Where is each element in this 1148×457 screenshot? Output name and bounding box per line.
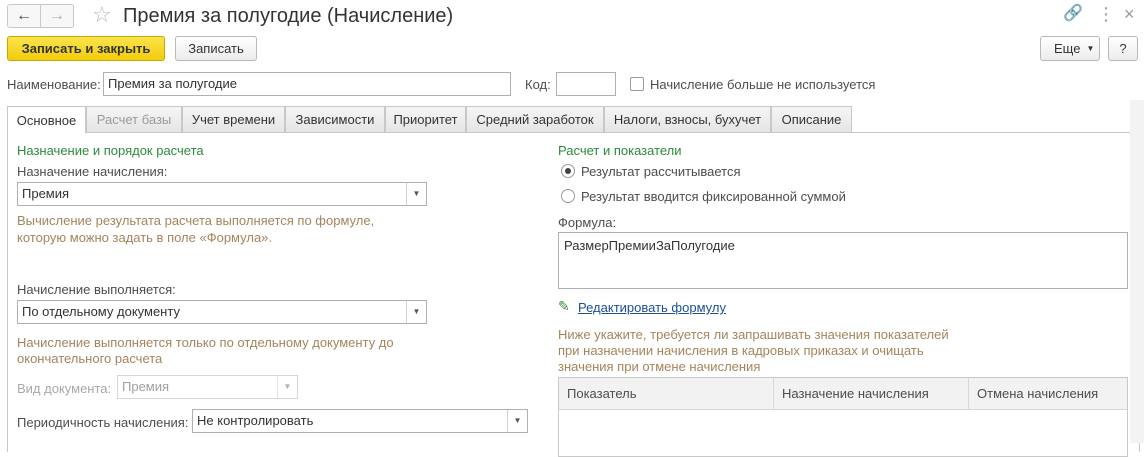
exec-hint-line2: окончательного расчета: [17, 351, 163, 366]
name-label: Наименование:: [7, 77, 101, 92]
indicators-hint-line1: Ниже укажите, требуется ли запрашивать з…: [558, 327, 949, 342]
exec-value: По отдельному документу: [22, 304, 180, 319]
chevron-down-icon: ▼: [277, 376, 297, 398]
star-icon[interactable]: ☆: [92, 3, 112, 27]
more-label: Еще: [1054, 41, 1081, 56]
link-icon[interactable]: 🔗: [1063, 4, 1083, 24]
formula-textarea[interactable]: РазмерПремииЗаПолугодие: [558, 232, 1128, 289]
page-title: Премия за полугодие (Начисление): [123, 5, 454, 27]
forward-button[interactable]: →: [40, 4, 74, 28]
doc-type-label: Вид документа:: [17, 381, 112, 396]
radio-result-fixed[interactable]: [561, 189, 575, 203]
section-calc-title: Расчет и показатели: [558, 143, 682, 158]
chevron-down-icon: ▼: [1086, 44, 1095, 53]
back-button[interactable]: ←: [7, 4, 41, 28]
purpose-label: Назначение начисления:: [17, 164, 168, 179]
more-button[interactable]: Еще ▼: [1040, 36, 1100, 61]
indicators-hint-line3: значения при отмене начисления: [558, 359, 761, 374]
name-input[interactable]: Премия за полугодие: [103, 72, 511, 96]
more-vertical-icon[interactable]: ⋮: [1097, 4, 1115, 24]
period-select[interactable]: Не контролировать ▼: [192, 409, 528, 433]
exec-select[interactable]: По отдельному документу ▼: [17, 300, 427, 324]
column-header-cancel[interactable]: Отмена начисления: [969, 378, 1127, 410]
exec-hint-line1: Начисление выполняется только по отдельн…: [17, 335, 394, 350]
arrow-right-icon: →: [49, 7, 65, 24]
chevron-down-icon[interactable]: ▼: [507, 410, 527, 432]
code-label: Код:: [525, 77, 551, 92]
radio-fixed-label: Результат вводится фиксированной суммой: [581, 189, 846, 204]
doc-type-value: Премия: [122, 379, 170, 394]
code-input[interactable]: [556, 72, 616, 96]
radio-result-calculated[interactable]: [561, 164, 575, 178]
period-value: Не контролировать: [197, 413, 314, 428]
purpose-hint-line1: Вычисление результата расчета выполняетс…: [17, 213, 375, 228]
section-purpose-title: Назначение и порядок расчета: [17, 143, 204, 158]
unused-checkbox[interactable]: [630, 77, 644, 91]
indicators-table[interactable]: Показатель Назначение начисления Отмена …: [558, 377, 1128, 457]
column-header-assignment[interactable]: Назначение начисления: [774, 378, 969, 410]
table-header: Показатель Назначение начисления Отмена …: [559, 378, 1127, 410]
tab-main[interactable]: Основное: [7, 106, 86, 133]
column-header-indicator[interactable]: Показатель: [559, 378, 774, 410]
save-button[interactable]: Записать: [175, 36, 257, 61]
tab-base-calc[interactable]: Расчет базы: [86, 106, 182, 132]
radio-calc-label: Результат рассчитывается: [581, 164, 741, 179]
chevron-down-icon[interactable]: ▼: [406, 301, 426, 323]
exec-label: Начисление выполняется:: [17, 282, 176, 297]
tab-description[interactable]: Описание: [771, 106, 852, 132]
purpose-select[interactable]: Премия ▼: [17, 182, 427, 206]
formula-label: Формула:: [558, 215, 617, 230]
indicators-hint-line2: при назначении начисления в кадровых при…: [558, 343, 924, 358]
help-button[interactable]: ?: [1108, 36, 1138, 61]
pencil-icon: ✎: [558, 298, 570, 314]
tab-time-accounting[interactable]: Учет времени: [182, 106, 285, 132]
chevron-down-icon[interactable]: ▼: [406, 183, 426, 205]
doc-type-select: Премия ▼: [117, 375, 298, 399]
save-and-close-button[interactable]: Записать и закрыть: [7, 36, 165, 61]
tab-average-earnings[interactable]: Средний заработок: [466, 106, 604, 132]
edit-formula-link[interactable]: Редактировать формулу: [578, 300, 726, 316]
close-icon[interactable]: ×: [1124, 4, 1135, 24]
vertical-scrollbar[interactable]: [1130, 100, 1144, 443]
tab-taxes[interactable]: Налоги, взносы, бухучет: [604, 106, 771, 132]
purpose-hint-line2: которую можно задать в поле «Формула».: [17, 230, 273, 245]
arrow-left-icon: ←: [16, 7, 32, 24]
tab-priority[interactable]: Приоритет: [385, 106, 466, 132]
tab-dependencies[interactable]: Зависимости: [285, 106, 385, 132]
purpose-value: Премия: [22, 186, 70, 201]
unused-label: Начисление больше не используется: [650, 77, 876, 92]
period-label: Периодичность начисления:: [17, 415, 189, 430]
